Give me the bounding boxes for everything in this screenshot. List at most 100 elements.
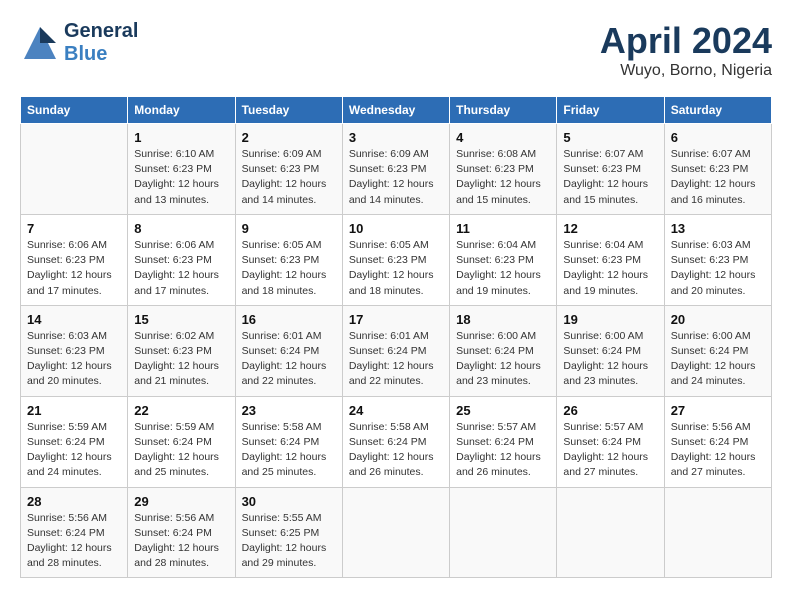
day-number: 20 — [671, 312, 765, 327]
calendar-table: SundayMondayTuesdayWednesdayThursdayFrid… — [20, 96, 772, 578]
calendar-cell: 24Sunrise: 5:58 AMSunset: 6:24 PMDayligh… — [342, 396, 449, 487]
calendar-cell: 25 Sunrise: 5:57 AMSunset: 6:24 PMDayligh… — [450, 396, 557, 487]
page-header: General Blue April 2024 Wuyo, Borno, Nig… — [20, 20, 772, 80]
day-number: 19 — [563, 312, 657, 327]
calendar-cell: 15 Sunrise: 6:02 AMSunset: 6:23 PMDayligh… — [128, 305, 235, 396]
day-number: 13 — [671, 221, 765, 236]
logo-icon — [20, 23, 60, 63]
location: Wuyo, Borno, Nigeria — [600, 62, 772, 80]
day-info: Sunrise: 6:01 AMSunset: 6:24 PMDaylight:… — [242, 329, 336, 390]
day-header-tuesday: Tuesday — [235, 97, 342, 124]
calendar-cell: 10 Sunrise: 6:05 AMSunset: 6:23 PMDayligh… — [342, 214, 449, 305]
day-number: 27 — [671, 403, 765, 418]
calendar-cell: 21 Sunrise: 5:59 AMSunset: 6:24 PMDayligh… — [21, 396, 128, 487]
day-info: Sunrise: 5:59 AMSunset: 6:24 PMDaylight:… — [27, 420, 121, 481]
day-header-friday: Friday — [557, 97, 664, 124]
week-row-2: 7 Sunrise: 6:06 AMSunset: 6:23 PMDaylight… — [21, 214, 772, 305]
day-info: Sunrise: 5:56 AMSunset: 6:24 PMDaylight:… — [134, 511, 228, 572]
calendar-cell — [557, 487, 664, 578]
day-number: 5 — [563, 130, 657, 145]
day-number: 23 — [242, 403, 336, 418]
day-number: 8 — [134, 221, 228, 236]
week-row-4: 21 Sunrise: 5:59 AMSunset: 6:24 PMDayligh… — [21, 396, 772, 487]
calendar-cell: 22 Sunrise: 5:59 AMSunset: 6:24 PMDayligh… — [128, 396, 235, 487]
calendar-cell: 9 Sunrise: 6:05 AMSunset: 6:23 PMDaylight… — [235, 214, 342, 305]
calendar-cell: 1 Sunrise: 6:10 AMSunset: 6:23 PMDaylight… — [128, 124, 235, 215]
day-info: Sunrise: 6:03 AMSunset: 6:23 PMDaylight:… — [671, 238, 765, 299]
day-number: 14 — [27, 312, 121, 327]
calendar-cell: 28Sunrise: 5:56 AMSunset: 6:24 PMDayligh… — [21, 487, 128, 578]
day-number: 21 — [27, 403, 121, 418]
calendar-cell — [664, 487, 771, 578]
day-number: 2 — [242, 130, 336, 145]
day-number: 17 — [349, 312, 443, 327]
day-header-monday: Monday — [128, 97, 235, 124]
week-row-3: 14 Sunrise: 6:03 AMSunset: 6:23 PMDayligh… — [21, 305, 772, 396]
logo-blue: Blue — [64, 43, 107, 65]
calendar-cell: 11Sunrise: 6:04 AMSunset: 6:23 PMDayligh… — [450, 214, 557, 305]
day-info: Sunrise: 5:55 AMSunset: 6:25 PMDaylight:… — [242, 511, 336, 572]
day-info: Sunrise: 5:56 AMSunset: 6:24 PMDaylight:… — [671, 420, 765, 481]
day-info: Sunrise: 6:09 AMSunset: 6:23 PMDaylight:… — [242, 147, 336, 208]
calendar-cell — [21, 124, 128, 215]
calendar-cell: 23 Sunrise: 5:58 AMSunset: 6:24 PMDayligh… — [235, 396, 342, 487]
calendar-cell: 19Sunrise: 6:00 AMSunset: 6:24 PMDayligh… — [557, 305, 664, 396]
calendar-cell: 13 Sunrise: 6:03 AMSunset: 6:23 PMDayligh… — [664, 214, 771, 305]
day-info: Sunrise: 6:10 AMSunset: 6:23 PMDaylight:… — [134, 147, 228, 208]
day-header-saturday: Saturday — [664, 97, 771, 124]
day-header-sunday: Sunday — [21, 97, 128, 124]
calendar-cell: 7 Sunrise: 6:06 AMSunset: 6:23 PMDaylight… — [21, 214, 128, 305]
title-block: April 2024 Wuyo, Borno, Nigeria — [600, 20, 772, 80]
calendar-cell: 20Sunrise: 6:00 AMSunset: 6:24 PMDayligh… — [664, 305, 771, 396]
day-number: 7 — [27, 221, 121, 236]
calendar-cell: 29 Sunrise: 5:56 AMSunset: 6:24 PMDayligh… — [128, 487, 235, 578]
calendar-cell: 27 Sunrise: 5:56 AMSunset: 6:24 PMDayligh… — [664, 396, 771, 487]
day-number: 29 — [134, 494, 228, 509]
day-number: 24 — [349, 403, 443, 418]
calendar-cell: 6Sunrise: 6:07 AMSunset: 6:23 PMDaylight… — [664, 124, 771, 215]
day-number: 30 — [242, 494, 336, 509]
day-info: Sunrise: 5:57 AMSunset: 6:24 PMDaylight:… — [456, 420, 550, 481]
day-number: 18 — [456, 312, 550, 327]
day-number: 25 — [456, 403, 550, 418]
day-number: 15 — [134, 312, 228, 327]
day-info: Sunrise: 6:05 AMSunset: 6:23 PMDaylight:… — [349, 238, 443, 299]
logo-general: General — [64, 20, 138, 42]
day-header-thursday: Thursday — [450, 97, 557, 124]
days-header-row: SundayMondayTuesdayWednesdayThursdayFrid… — [21, 97, 772, 124]
day-info: Sunrise: 5:58 AMSunset: 6:24 PMDaylight:… — [242, 420, 336, 481]
day-info: Sunrise: 6:07 AMSunset: 6:23 PMDaylight:… — [671, 147, 765, 208]
calendar-cell: 14 Sunrise: 6:03 AMSunset: 6:23 PMDayligh… — [21, 305, 128, 396]
day-info: Sunrise: 6:01 AMSunset: 6:24 PMDaylight:… — [349, 329, 443, 390]
day-header-wednesday: Wednesday — [342, 97, 449, 124]
calendar-cell — [342, 487, 449, 578]
day-info: Sunrise: 5:59 AMSunset: 6:24 PMDaylight:… — [134, 420, 228, 481]
calendar-cell: 16 Sunrise: 6:01 AMSunset: 6:24 PMDayligh… — [235, 305, 342, 396]
day-info: Sunrise: 6:06 AMSunset: 6:23 PMDaylight:… — [134, 238, 228, 299]
day-info: Sunrise: 6:04 AMSunset: 6:23 PMDaylight:… — [563, 238, 657, 299]
calendar-cell: 26 Sunrise: 5:57 AMSunset: 6:24 PMDayligh… — [557, 396, 664, 487]
day-info: Sunrise: 6:05 AMSunset: 6:23 PMDaylight:… — [242, 238, 336, 299]
week-row-1: 1 Sunrise: 6:10 AMSunset: 6:23 PMDaylight… — [21, 124, 772, 215]
calendar-cell: 18 Sunrise: 6:00 AMSunset: 6:24 PMDayligh… — [450, 305, 557, 396]
day-number: 26 — [563, 403, 657, 418]
month-title: April 2024 — [600, 20, 772, 62]
week-row-5: 28Sunrise: 5:56 AMSunset: 6:24 PMDayligh… — [21, 487, 772, 578]
day-info: Sunrise: 6:06 AMSunset: 6:23 PMDaylight:… — [27, 238, 121, 299]
day-info: Sunrise: 6:07 AMSunset: 6:23 PMDaylight:… — [563, 147, 657, 208]
day-number: 22 — [134, 403, 228, 418]
day-number: 1 — [134, 130, 228, 145]
day-info: Sunrise: 6:03 AMSunset: 6:23 PMDaylight:… — [27, 329, 121, 390]
day-info: Sunrise: 6:02 AMSunset: 6:23 PMDaylight:… — [134, 329, 228, 390]
calendar-cell: 8 Sunrise: 6:06 AMSunset: 6:23 PMDaylight… — [128, 214, 235, 305]
day-info: Sunrise: 5:57 AMSunset: 6:24 PMDaylight:… — [563, 420, 657, 481]
day-number: 16 — [242, 312, 336, 327]
calendar-cell: 3Sunrise: 6:09 AMSunset: 6:23 PMDaylight… — [342, 124, 449, 215]
day-number: 10 — [349, 221, 443, 236]
calendar-cell: 2 Sunrise: 6:09 AMSunset: 6:23 PMDaylight… — [235, 124, 342, 215]
calendar-cell: 12Sunrise: 6:04 AMSunset: 6:23 PMDayligh… — [557, 214, 664, 305]
day-info: Sunrise: 6:00 AMSunset: 6:24 PMDaylight:… — [456, 329, 550, 390]
calendar-cell: 5 Sunrise: 6:07 AMSunset: 6:23 PMDaylight… — [557, 124, 664, 215]
day-number: 9 — [242, 221, 336, 236]
calendar-cell: 30 Sunrise: 5:55 AMSunset: 6:25 PMDayligh… — [235, 487, 342, 578]
